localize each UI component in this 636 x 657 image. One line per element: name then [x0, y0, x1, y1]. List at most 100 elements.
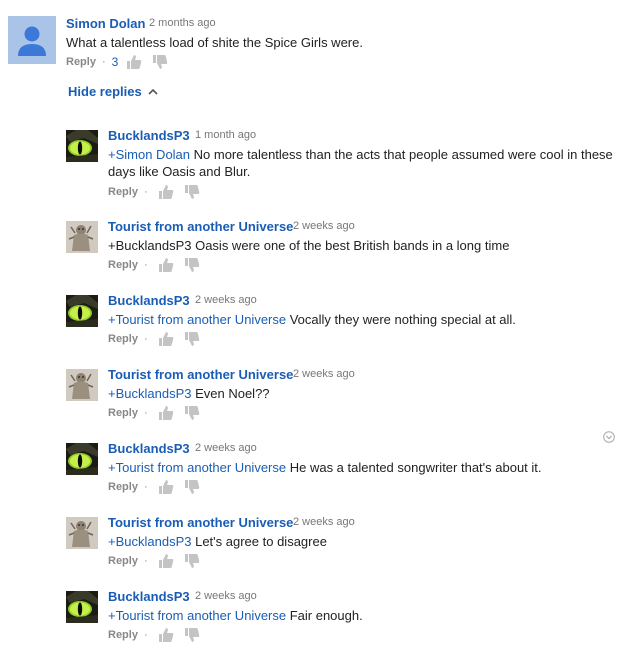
cat-eye-avatar-icon: [66, 591, 98, 623]
comment-time[interactable]: 2 weeks ago: [195, 294, 257, 306]
reply-comment: BucklandsP3 1 month ago +Simon Dolan No …: [0, 128, 636, 198]
parent-comment: Simon Dolan 2 months ago What a talentle…: [0, 0, 636, 78]
comment-body: Vocally they were nothing special at all…: [286, 312, 516, 327]
comment-author[interactable]: Tourist from another Universe: [108, 219, 293, 234]
like-count: 3: [111, 55, 119, 69]
cat-eye-avatar-icon: [66, 295, 98, 327]
avatar[interactable]: [8, 16, 56, 64]
comment-body: Even Noel??: [191, 386, 270, 401]
reply-comment: BucklandsP3 2 weeks ago +Tourist from an…: [0, 441, 636, 511]
comment-time[interactable]: 2 weeks ago: [293, 516, 355, 528]
comment-text: +BucklandsP3 Let's agree to disagree: [108, 533, 618, 550]
mention-link[interactable]: +BucklandsP3: [108, 386, 191, 401]
hide-replies-button[interactable]: Hide replies: [68, 84, 158, 99]
thumbs-up-icon[interactable]: [158, 479, 174, 495]
comment-menu-icon[interactable]: [603, 431, 615, 443]
thumbs-down-icon[interactable]: [152, 54, 168, 70]
comment-body: Fair enough.: [286, 608, 363, 623]
mention-link[interactable]: +Simon Dolan: [108, 147, 190, 162]
separator-dot: ·: [143, 481, 148, 493]
thumbs-down-icon[interactable]: [184, 331, 200, 347]
thumbs-up-icon[interactable]: [158, 257, 174, 273]
comment-actions: Reply ·: [108, 405, 200, 421]
comment-time[interactable]: 2 weeks ago: [195, 590, 257, 602]
reply-button[interactable]: Reply: [108, 333, 138, 345]
comment-actions: Reply ·: [108, 331, 200, 347]
comment-text: +BucklandsP3 Oasis were one of the best …: [108, 237, 618, 254]
mention-link[interactable]: +Tourist from another Universe: [108, 312, 286, 327]
comment-time[interactable]: 2 weeks ago: [195, 442, 257, 454]
comment-author[interactable]: BucklandsP3: [108, 589, 190, 604]
thumbs-down-icon[interactable]: [184, 257, 200, 273]
avatar[interactable]: [66, 221, 98, 253]
default-user-avatar-icon: [8, 16, 56, 64]
comment-text: +Tourist from another Universe He was a …: [108, 459, 618, 476]
thumbs-up-icon[interactable]: [158, 627, 174, 643]
comment-actions: Reply ·: [108, 184, 200, 200]
comment-author[interactable]: BucklandsP3: [108, 441, 190, 456]
comment-time[interactable]: 1 month ago: [195, 129, 256, 141]
reply-button[interactable]: Reply: [66, 56, 96, 68]
comment-author[interactable]: BucklandsP3: [108, 293, 190, 308]
reply-comment: Tourist from another Universe 2 weeks ag…: [0, 367, 636, 437]
cat-eye-avatar-icon: [66, 130, 98, 162]
avatar[interactable]: [66, 369, 98, 401]
comment-actions: Reply ·: [108, 553, 200, 569]
thumbs-down-icon[interactable]: [184, 184, 200, 200]
thumbs-up-icon[interactable]: [158, 331, 174, 347]
comment-body: +BucklandsP3 Oasis were one of the best …: [108, 238, 510, 253]
comment-text: What a talentless load of shite the Spic…: [66, 35, 363, 50]
reply-comment: BucklandsP3 2 weeks ago +Tourist from an…: [0, 293, 636, 363]
reply-comment: Tourist from another Universe 2 weeks ag…: [0, 219, 636, 289]
reply-button[interactable]: Reply: [108, 407, 138, 419]
separator-dot: ·: [143, 555, 148, 567]
comment-body: He was a talented songwriter that's abou…: [286, 460, 542, 475]
thumbs-down-icon[interactable]: [184, 553, 200, 569]
mention-link[interactable]: +BucklandsP3: [108, 534, 191, 549]
thumbs-up-icon[interactable]: [158, 184, 174, 200]
separator-dot: ·: [101, 56, 106, 68]
reply-button[interactable]: Reply: [108, 629, 138, 641]
hide-replies-label: Hide replies: [68, 84, 142, 99]
mention-link[interactable]: +Tourist from another Universe: [108, 608, 286, 623]
separator-dot: ·: [143, 186, 148, 198]
avatar[interactable]: [66, 130, 98, 162]
avatar[interactable]: [66, 443, 98, 475]
cat-eye-avatar-icon: [66, 443, 98, 475]
mention-link[interactable]: +Tourist from another Universe: [108, 460, 286, 475]
comment-actions: Reply ·: [108, 257, 200, 273]
comment-author[interactable]: Simon Dolan: [66, 16, 145, 31]
avatar[interactable]: [66, 517, 98, 549]
reply-comment: BucklandsP3 2 weeks ago +Tourist from an…: [0, 589, 636, 657]
comment-actions: Reply ·: [108, 627, 200, 643]
comment-text: +BucklandsP3 Even Noel??: [108, 385, 618, 402]
comment-text: +Tourist from another Universe Fair enou…: [108, 607, 618, 624]
comment-text: +Tourist from another Universe Vocally t…: [108, 311, 618, 328]
thumbs-up-icon[interactable]: [158, 553, 174, 569]
avatar[interactable]: [66, 295, 98, 327]
thumbs-up-icon[interactable]: [158, 405, 174, 421]
statue-avatar-icon: [66, 221, 98, 253]
avatar[interactable]: [66, 591, 98, 623]
comment-author[interactable]: BucklandsP3: [108, 128, 190, 143]
reply-button[interactable]: Reply: [108, 186, 138, 198]
reply-button[interactable]: Reply: [108, 481, 138, 493]
separator-dot: ·: [143, 259, 148, 271]
comment-author[interactable]: Tourist from another Universe: [108, 515, 293, 530]
thumbs-down-icon[interactable]: [184, 627, 200, 643]
statue-avatar-icon: [66, 517, 98, 549]
thumbs-down-icon[interactable]: [184, 479, 200, 495]
thumbs-down-icon[interactable]: [184, 405, 200, 421]
reply-button[interactable]: Reply: [108, 555, 138, 567]
comment-author[interactable]: Tourist from another Universe: [108, 367, 293, 382]
comment-time[interactable]: 2 weeks ago: [293, 368, 355, 380]
separator-dot: ·: [143, 407, 148, 419]
comment-time[interactable]: 2 weeks ago: [293, 220, 355, 232]
comment-actions: Reply · 3: [66, 54, 168, 70]
thumbs-up-icon[interactable]: [126, 54, 142, 70]
reply-comment: Tourist from another Universe 2 weeks ag…: [0, 515, 636, 585]
reply-button[interactable]: Reply: [108, 259, 138, 271]
separator-dot: ·: [143, 333, 148, 345]
statue-avatar-icon: [66, 369, 98, 401]
comment-time[interactable]: 2 months ago: [149, 17, 216, 29]
